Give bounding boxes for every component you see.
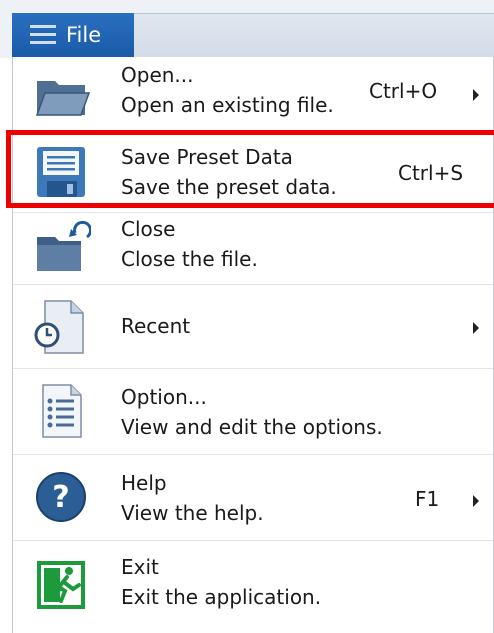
menu-item-description: Save the preset data. — [121, 175, 337, 199]
floppy-disk-icon — [37, 147, 85, 197]
file-menu-label: File — [66, 23, 102, 47]
menu-item-title: Option... — [121, 385, 207, 409]
menu-item-title: Help — [121, 471, 167, 495]
folder-open-icon — [35, 81, 91, 116]
menu-item-recent[interactable]: Recent — [13, 285, 493, 369]
menu-item-title: Open... — [121, 63, 194, 87]
menu-item-shortcut: Ctrl+S — [398, 161, 464, 185]
recent-document-icon — [34, 300, 84, 354]
folder-close-icon — [37, 220, 91, 271]
menu-bar: File — [0, 0, 494, 58]
exit-icon — [37, 561, 85, 609]
menu-item-description: Open an existing file. — [121, 93, 334, 117]
svg-text:?: ? — [52, 480, 69, 515]
menu-item-description: View the help. — [121, 501, 264, 525]
submenu-arrow-icon — [473, 89, 479, 101]
submenu-arrow-icon — [473, 322, 479, 334]
options-list-icon — [42, 384, 82, 438]
menu-item-close[interactable]: Close Close the file. — [13, 213, 493, 285]
menu-item-open[interactable]: Open... Open an existing file. Ctrl+O — [13, 57, 493, 133]
menu-item-shortcut: Ctrl+O — [369, 79, 438, 103]
menu-item-title: Save Preset Data — [121, 145, 293, 169]
menu-item-option[interactable]: Option... View and edit the options. — [13, 369, 493, 455]
file-menu-tab[interactable]: File — [12, 13, 134, 57]
menu-item-title: Recent — [121, 314, 191, 338]
grip-icon — [30, 20, 58, 50]
help-icon: ? — [36, 472, 86, 522]
menu-item-description: View and edit the options. — [121, 415, 383, 439]
file-menu-dropdown: Open... Open an existing file. Ctrl+O Sa… — [12, 57, 494, 633]
menu-item-shortcut: F1 — [415, 487, 440, 511]
menu-item-title: Exit — [121, 555, 159, 579]
menu-item-description: Exit the application. — [121, 585, 322, 609]
submenu-arrow-icon — [473, 495, 479, 507]
menu-item-save-preset-data[interactable]: Save Preset Data Save the preset data. C… — [13, 133, 493, 213]
menu-item-description: Close the file. — [121, 247, 258, 271]
menu-item-title: Close — [121, 217, 176, 241]
menu-item-help[interactable]: ? Help View the help. F1 — [13, 455, 493, 541]
menu-item-exit[interactable]: Exit Exit the application. — [13, 541, 493, 633]
